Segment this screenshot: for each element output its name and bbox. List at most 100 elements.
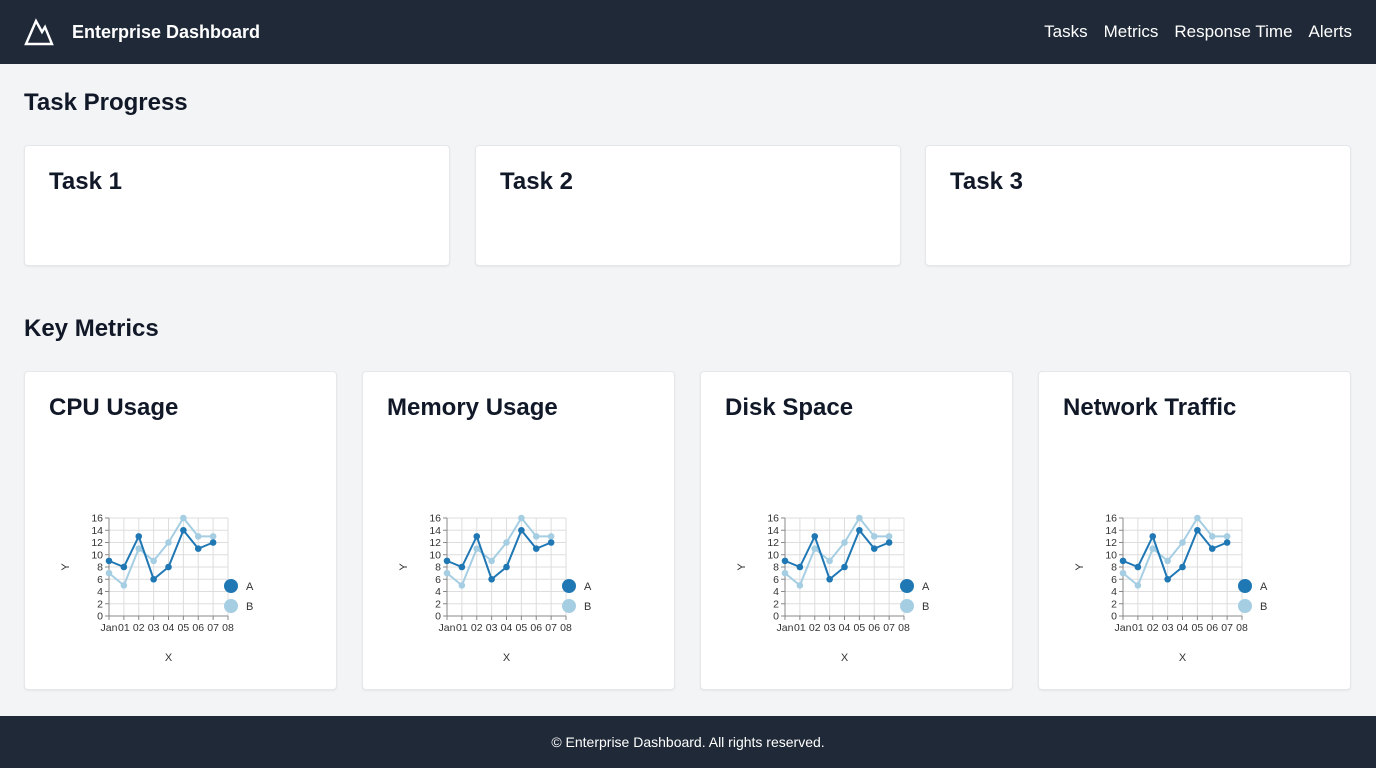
data-point-a [194,545,202,552]
data-point-a [796,563,804,571]
x-tick-label: 07 [545,622,557,634]
legend-label-b: B [922,601,929,613]
x-tick-label: 08 [898,622,910,634]
brand[interactable]: Enterprise Dashboard [24,16,260,48]
data-point-b [1164,557,1171,565]
metric-card-title: CPU Usage [49,394,179,421]
x-tick-label: Jan [439,622,456,634]
data-point-a [503,563,510,571]
y-tick-label: 16 [429,513,441,525]
y-tick-label: 12 [429,537,441,549]
data-point-b [1208,533,1216,540]
y-tick-label: 14 [1105,525,1117,537]
y-tick-label: 6 [773,574,779,586]
x-tick-label: 03 [486,622,498,634]
y-tick-label: 2 [435,598,441,610]
legend-swatch-a [562,579,576,593]
network-traffic-chart: 0246810121416Jan 01 02 03 04 05 06 07 08YXAB [1074,513,1268,665]
data-point-a [165,563,172,571]
data-point-b [826,557,833,565]
disk-space-chart: 0246810121416Jan 01 02 03 04 05 06 07 08YXAB [736,513,930,665]
metric-card-title: Network Traffic [1063,394,1237,421]
data-point-a [473,533,481,540]
data-point-b [1119,569,1127,577]
legend-label-a: A [922,581,930,593]
y-tick-label: 0 [97,611,103,623]
y-tick-label: 6 [435,574,441,586]
data-point-b [105,569,113,577]
data-point-a [120,563,128,571]
x-axis-label: X [1179,652,1187,664]
x-tick-label: 04 [839,622,851,634]
footer: © Enterprise Dashboard. All rights reser… [0,716,1376,768]
x-tick-label: Jan [777,622,794,634]
x-tick-label: 07 [883,622,895,634]
legend-swatch-b [562,599,576,613]
y-tick-label: 10 [1105,549,1117,561]
data-point-b [165,539,172,546]
data-point-a [841,563,848,571]
data-point-b [120,582,128,589]
data-point-b [811,545,819,552]
x-tick-label: 08 [560,622,572,634]
data-point-b [443,569,451,577]
data-point-a [458,563,466,571]
task-card-title: Task 1 [49,168,122,195]
data-point-a [443,557,451,565]
y-tick-label: 0 [773,611,779,623]
data-point-b [473,545,481,552]
y-tick-label: 16 [1105,513,1117,525]
x-tick-label: 05 [1192,622,1204,634]
data-point-b [841,539,848,546]
data-point-b [135,545,143,552]
metric-card-memory: Memory Usage 0 2 4 6 8 10 12 14 16 Jan 01 02 03 04 05 0… [362,371,675,690]
nav-link-tasks[interactable]: Tasks [1044,20,1087,44]
x-tick-label: 04 [501,622,513,634]
legend-swatch-b [1238,599,1252,613]
x-tick-label: 06 [192,622,204,634]
x-tick-label: Jan [1115,622,1132,634]
y-tick-label: 4 [97,586,103,598]
data-point-a [488,575,495,583]
nav-link-metrics[interactable]: Metrics [1104,20,1159,44]
data-point-a [885,539,893,546]
x-tick-label: 03 [1162,622,1174,634]
data-point-a [1223,539,1231,546]
task-card-title: Task 3 [950,168,1023,195]
data-point-b [488,557,495,565]
y-tick-label: 16 [767,513,779,525]
nav-link-response-time[interactable]: Response Time [1174,20,1292,44]
data-point-b [1194,514,1201,522]
data-point-b [796,582,804,589]
data-point-a [105,557,113,565]
legend-label-a: A [1260,581,1268,593]
data-point-b [547,533,555,540]
x-axis-label: X [841,652,849,664]
legend-swatch-b [224,599,238,613]
legend-swatch-a [900,579,914,593]
x-tick-label: 01 [456,622,468,634]
cpu-usage-chart: 0246810121416Jan 01 02 03 04 05 06 07 08YXAB [60,513,254,665]
data-point-b [458,582,466,589]
y-tick-label: 0 [435,611,441,623]
data-point-b [781,569,789,577]
footer-text: © Enterprise Dashboard. All rights reser… [551,734,825,750]
x-tick-label: 08 [1236,622,1248,634]
mountain-logo-icon [24,18,54,46]
x-tick-label: 05 [854,622,866,634]
data-point-a [826,575,833,583]
data-point-a [811,533,819,540]
nav-link-alerts[interactable]: Alerts [1309,20,1352,44]
x-tick-label: 03 [824,622,836,634]
data-point-a [180,526,187,534]
data-point-b [209,533,217,540]
legend-label-a: A [584,581,592,593]
data-point-a [209,539,217,546]
data-point-a [1134,563,1142,571]
y-tick-label: 12 [1105,537,1117,549]
x-tick-label: 03 [148,622,160,634]
metric-card-disk: Disk Space 0 2 4 6 8 10 12 14 16 Jan 01 02 03 04 05 06 0… [700,371,1013,690]
y-tick-label: 12 [91,537,103,549]
y-tick-label: 10 [767,549,779,561]
y-tick-label: 6 [1111,574,1117,586]
